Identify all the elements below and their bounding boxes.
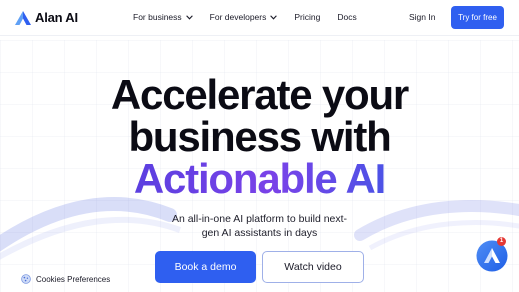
hero-heading: Accelerate your business with Actionable… [0,74,519,200]
landing-page: Alan AI For business For developers Pric… [0,0,519,292]
hero-subtitle: An all-in-one AI platform to build next-… [0,212,519,240]
hero-subtitle-line1: An all-in-one AI platform to build next- [171,213,348,225]
hero-title-accent: Actionable AI [133,155,386,202]
nav-label: Docs [337,12,357,22]
cookies-label: Cookies Preferences [36,274,111,284]
sign-in-link[interactable]: Sign In [409,12,435,22]
nav-label: For developers [209,12,267,22]
chevron-down-icon [270,14,278,20]
top-navbar: Alan AI For business For developers Pric… [0,0,519,36]
nav-for-business[interactable]: For business [133,12,193,22]
nav-for-developers[interactable]: For developers [210,12,278,22]
nav-label: Pricing [294,12,321,22]
hero-subtitle-line2: gen AI assistants in days [201,227,318,239]
brand-logo[interactable]: Alan AI [15,10,78,25]
nav-pricing[interactable]: Pricing [294,12,320,22]
brand-name: Alan AI [35,10,78,25]
notification-badge: 1 [497,237,506,246]
book-demo-button[interactable]: Book a demo [155,251,256,283]
nav-label: For business [133,12,182,22]
main-nav: For business For developers Pricing Docs [133,12,374,22]
cookies-preferences-button[interactable]: Cookies Preferences [21,274,110,284]
chevron-down-icon [185,14,193,20]
alan-logo-icon [15,10,31,25]
watch-video-button[interactable]: Watch video [262,251,364,283]
cookie-icon [21,274,31,284]
nav-docs[interactable]: Docs [337,12,356,22]
hero-title-line2: business with [128,113,391,160]
hero-title-line1: Accelerate your [110,71,409,118]
try-for-free-button[interactable]: Try for free [451,6,504,29]
